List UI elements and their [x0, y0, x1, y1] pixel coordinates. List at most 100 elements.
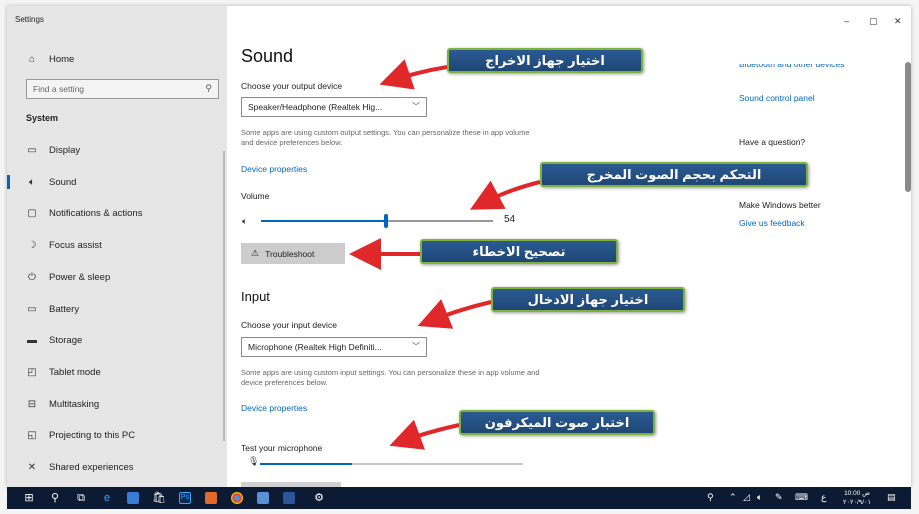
input-device-select[interactable]: Microphone (Realtek High Definiti... ﹀ — [241, 337, 427, 357]
output-device-label: Choose your output device — [241, 81, 343, 91]
sidebar-item-storage[interactable]: ▬ Storage — [7, 325, 227, 355]
sidebar-scrollbar[interactable] — [223, 151, 225, 441]
section-heading: System — [26, 113, 59, 123]
store-icon[interactable]: 🛍︎ — [151, 491, 167, 505]
clock[interactable]: 10:00 ص ٢٠٢٠/٩/٠١ — [843, 489, 871, 507]
sidebar-item-label: Sound — [49, 176, 77, 188]
test-microphone-label: Test your microphone — [241, 443, 323, 453]
sidebar-item-notifications[interactable]: ▢ Notifications & actions — [7, 198, 227, 228]
taskbar: ⊞ ⚲ ⧉ e 🛍︎ Ps ⚙ ⚲ ⌃ ◿ 🔈︎ ✎ ⌨ ع 10:00 ص ٢… — [7, 487, 911, 509]
app-icon-2[interactable] — [257, 492, 269, 504]
main-scrollbar[interactable] — [905, 62, 911, 192]
projector-icon: ◱ — [27, 429, 37, 441]
windows-start-icon[interactable]: ⊞ — [21, 491, 37, 505]
minimize-button[interactable]: – — [844, 16, 849, 26]
settings-window: Settings ⌂ Home Find a setting ⚲ System … — [7, 6, 911, 487]
sound-control-panel-link[interactable]: Sound control panel — [739, 93, 815, 103]
photoshop-icon[interactable]: Ps — [179, 492, 191, 504]
input-device-label: Choose your input device — [241, 320, 337, 330]
sidebar-item-multitasking[interactable]: ⊟ Multitasking — [7, 389, 227, 419]
display-icon: ▭ — [27, 144, 37, 156]
troubleshoot-label: Troubleshoot — [265, 248, 315, 259]
callout-input-device: اختيار جهاز الادخال — [491, 287, 685, 312]
battery-icon: ▭ — [27, 303, 37, 315]
sidebar-item-focus-assist[interactable]: ☽ Focus assist — [7, 230, 227, 260]
search-icon: ⚲ — [205, 83, 212, 93]
settings-gear-icon[interactable]: ⚙ — [311, 491, 327, 505]
sidebar-item-tablet-mode[interactable]: ◰ Tablet mode — [7, 357, 227, 387]
warning-icon: ⚠ — [251, 248, 260, 258]
sidebar-item-label: Battery — [49, 303, 80, 315]
sidebar-item-label: Projecting to this PC — [49, 429, 136, 441]
search-icon[interactable]: ⚲ — [47, 491, 63, 505]
app-title: Settings — [15, 15, 44, 24]
output-device-value: Speaker/Headphone (Realtek Hig... — [248, 102, 383, 112]
output-note: Some apps are using custom output settin… — [241, 128, 530, 147]
close-button[interactable]: ✕ — [894, 16, 902, 27]
maximize-button[interactable]: ▢ — [869, 16, 878, 27]
tablet-icon: ◰ — [27, 366, 37, 378]
app-icon[interactable] — [205, 492, 217, 504]
input-device-properties-link[interactable]: Device properties — [241, 403, 307, 413]
speaker-icon: 🔈︎ — [242, 216, 248, 226]
output-device-select[interactable]: Speaker/Headphone (Realtek Hig... ﹀ — [241, 97, 427, 117]
edge-browser-icon[interactable]: e — [99, 491, 115, 505]
shared-icon: ✕ — [27, 461, 37, 473]
sidebar-item-label: Multitasking — [49, 398, 100, 410]
sidebar-item-shared-experiences[interactable]: ✕ Shared experiences — [7, 452, 227, 482]
sidebar-item-label: Shared experiences — [49, 461, 134, 473]
chevron-down-icon: ﹀ — [412, 342, 420, 351]
microphone-level-fill — [260, 463, 353, 465]
sidebar-item-sound[interactable]: 🔈︎ Sound — [7, 167, 227, 197]
feedback-heading: Make Windows better — [739, 200, 821, 210]
chevron-up-icon[interactable]: ⌃ — [729, 492, 737, 503]
clock-time: 10:00 ص — [844, 490, 870, 497]
sidebar-item-projecting[interactable]: ◱ Projecting to this PC — [7, 420, 227, 450]
sidebar-item-home[interactable]: ⌂ Home — [7, 44, 227, 74]
sidebar-item-battery[interactable]: ▭ Battery — [7, 294, 227, 324]
output-device-properties-link[interactable]: Device properties — [241, 164, 307, 174]
speaker-icon: 🔈︎ — [29, 176, 35, 188]
volume-tray-icon[interactable]: 🔈︎ — [757, 492, 762, 503]
question-heading: Have a question? — [739, 137, 806, 147]
home-icon: ⌂ — [28, 53, 36, 65]
input-heading: Input — [241, 289, 270, 304]
sidebar-item-label: Focus assist — [49, 239, 102, 251]
keyboard-icon[interactable]: ⌨ — [795, 492, 808, 503]
storage-icon: ▬ — [27, 334, 37, 346]
sidebar-item-label: Tablet mode — [49, 366, 101, 378]
bluetooth-devices-link[interactable]: Bluetooth and other devices — [739, 64, 844, 71]
language-indicator[interactable]: ع — [821, 492, 826, 503]
multitasking-icon: ⊟ — [27, 398, 37, 410]
sidebar-item-display[interactable]: ▭ Display — [7, 135, 227, 165]
volume-value: 54 — [504, 214, 516, 225]
pen-icon[interactable]: ✎ — [775, 492, 783, 503]
file-explorer-icon[interactable] — [127, 492, 139, 504]
callout-output-device: اختيار جهاز الاخراج — [447, 48, 643, 73]
callout-troubleshoot: تصحيح الاخطاء — [420, 239, 618, 264]
callout-microphone: اختبار صوت الميكرفون — [459, 410, 655, 435]
active-indicator — [7, 175, 10, 189]
search-placeholder: Find a setting — [33, 84, 85, 94]
people-icon[interactable]: ⚲ — [707, 492, 714, 503]
sidebar-item-label: Home — [49, 53, 75, 65]
search-input[interactable]: Find a setting ⚲ — [26, 79, 219, 99]
clock-date: ٢٠٢٠/٩/٠١ — [843, 499, 872, 506]
sidebar-item-label: Power & sleep — [49, 271, 111, 283]
sidebar-item-label: Storage — [49, 334, 83, 346]
word-icon[interactable] — [283, 492, 295, 504]
volume-slider-thumb[interactable] — [384, 214, 389, 228]
volume-slider[interactable] — [261, 214, 493, 228]
notification-icon: ▢ — [27, 207, 37, 219]
troubleshoot-button[interactable]: ⚠ Troubleshoot — [241, 243, 345, 264]
notification-center-icon[interactable]: ▤ — [887, 492, 896, 503]
sidebar-item-power[interactable]: ⏻ Power & sleep — [7, 262, 227, 292]
input-note: Some apps are using custom input setting… — [241, 368, 540, 387]
task-view-icon[interactable]: ⧉ — [73, 491, 89, 505]
microphone-icon: 🎙︎ — [248, 456, 260, 466]
volume-label: Volume — [241, 191, 270, 201]
give-feedback-link[interactable]: Give us feedback — [739, 218, 805, 228]
chrome-icon[interactable] — [231, 492, 243, 504]
network-icon[interactable]: ◿ — [743, 492, 750, 503]
page-title: Sound — [241, 46, 294, 66]
